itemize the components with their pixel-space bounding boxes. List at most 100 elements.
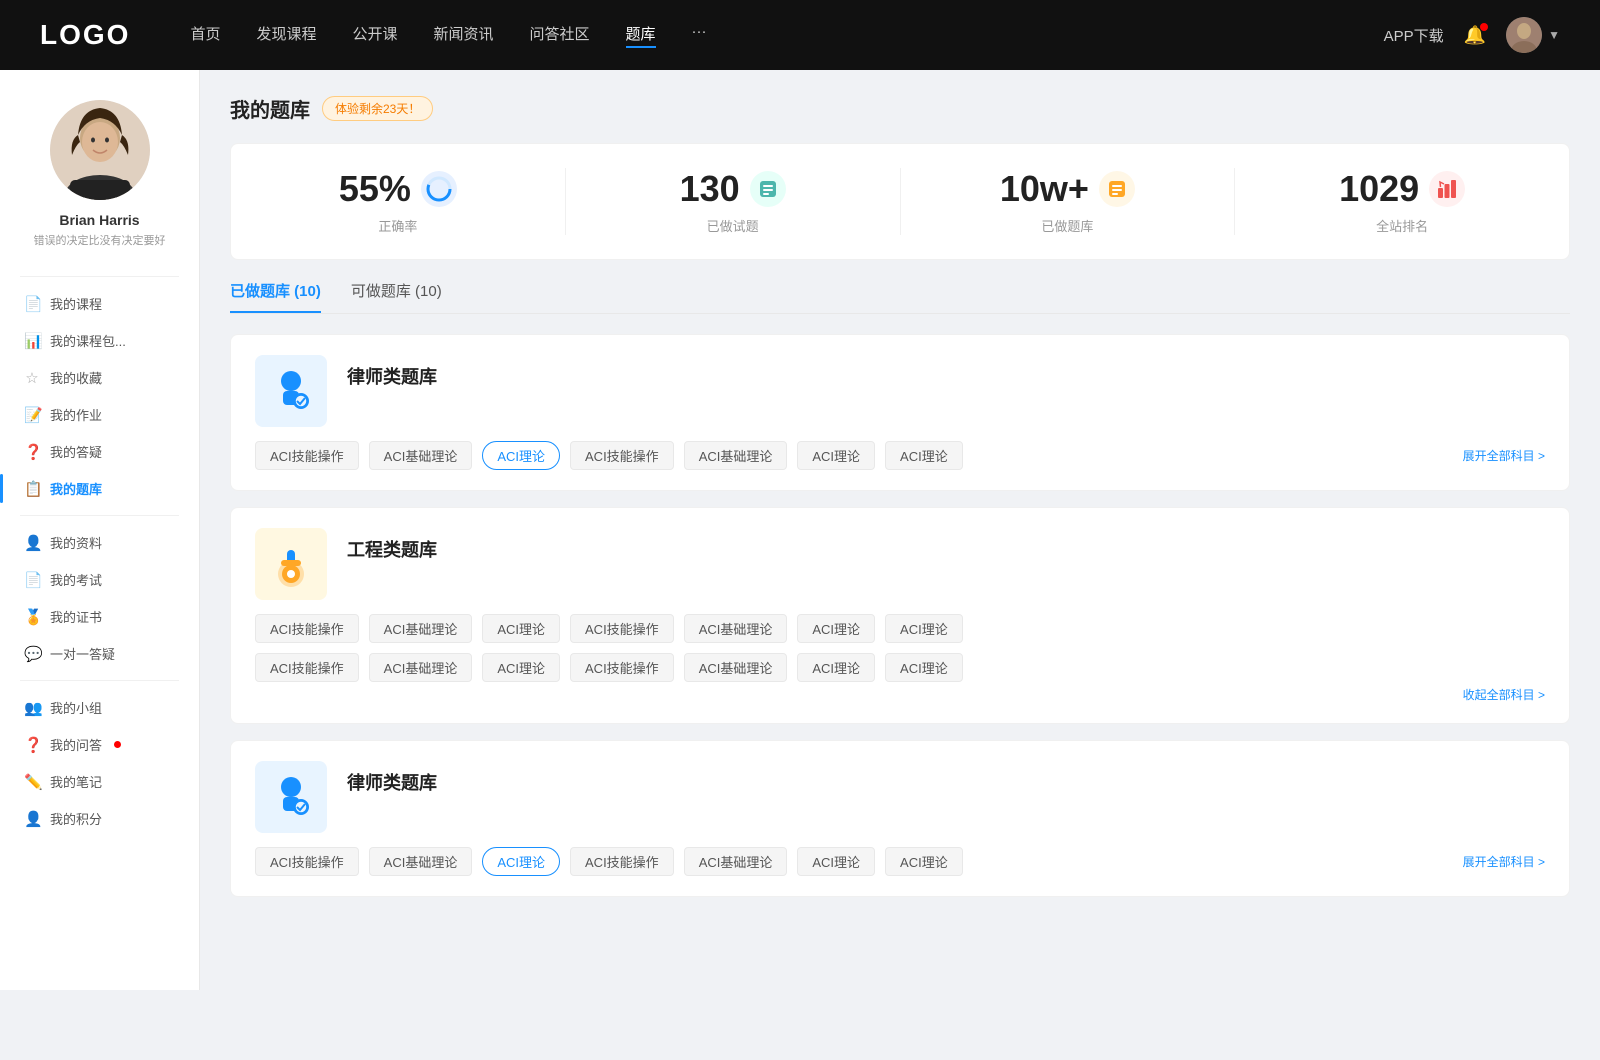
stat-accuracy: 55% 正确率 xyxy=(231,168,566,235)
chevron-down-icon: ▼ xyxy=(1548,28,1560,42)
tag-lawyer1-6[interactable]: ACI理论 xyxy=(885,441,963,470)
nav-opencourse[interactable]: 公开课 xyxy=(352,23,397,48)
profile-name: Brian Harris xyxy=(59,212,139,228)
collapse-engineer[interactable]: 收起全部科目 > xyxy=(1463,686,1545,703)
bank-card-engineer-tags-row2: ACI技能操作 ACI基础理论 ACI理论 ACI技能操作 ACI基础理论 AC… xyxy=(255,653,1545,682)
tag-eng-ex-4[interactable]: ACI基础理论 xyxy=(684,653,788,682)
nav-questionbank[interactable]: 题库 xyxy=(626,23,656,48)
tag-lawyer2-0[interactable]: ACI技能操作 xyxy=(255,847,359,876)
bank-card-lawyer-1-header: 律师类题库 xyxy=(255,355,1545,427)
notes-icon: ✏️ xyxy=(24,773,40,791)
stat-accuracy-value: 55% xyxy=(339,168,411,210)
sidebar-item-myqa[interactable]: ❓ 我的问答 xyxy=(0,726,199,763)
sidebar-item-group[interactable]: 👥 我的小组 xyxy=(0,689,199,726)
bank-card-lawyer-2-title: 律师类题库 xyxy=(347,761,1545,795)
stat-accuracy-label: 正确率 xyxy=(251,216,545,235)
nav-links: 首页 发现课程 公开课 新闻资讯 问答社区 题库 ··· xyxy=(190,23,1383,48)
tag-eng-5[interactable]: ACI理论 xyxy=(797,614,875,643)
sidebar-item-profile[interactable]: 👤 我的资料 xyxy=(0,524,199,561)
bank-card-lawyer-1-info: 律师类题库 xyxy=(347,355,1545,389)
bank-card-engineer-tags-row1: ACI技能操作 ACI基础理论 ACI理论 ACI技能操作 ACI基础理论 AC… xyxy=(255,614,1545,643)
sidebar-item-certificate[interactable]: 🏅 我的证书 xyxy=(0,598,199,635)
tag-eng-ex-6[interactable]: ACI理论 xyxy=(885,653,963,682)
sidebar-item-favorites[interactable]: ☆ 我的收藏 xyxy=(0,359,199,396)
tag-eng-2[interactable]: ACI理论 xyxy=(482,614,560,643)
points-icon: 👤 xyxy=(24,810,40,828)
tag-eng-ex-5[interactable]: ACI理论 xyxy=(797,653,875,682)
sidebar-item-questionbank[interactable]: 📋 我的题库 xyxy=(0,470,199,507)
tag-eng-ex-1[interactable]: ACI基础理论 xyxy=(369,653,473,682)
stat-done-banks-value-row: 10w+ xyxy=(921,168,1215,210)
tag-eng-3[interactable]: ACI技能操作 xyxy=(570,614,674,643)
stat-done-questions-value-row: 130 xyxy=(586,168,880,210)
nav-qa[interactable]: 问答社区 xyxy=(530,23,590,48)
lawyer-icon-2 xyxy=(255,761,327,833)
tag-lawyer2-5[interactable]: ACI理论 xyxy=(797,847,875,876)
tag-eng-0[interactable]: ACI技能操作 xyxy=(255,614,359,643)
course-icon: 📄 xyxy=(24,295,40,313)
exam-icon: 📄 xyxy=(24,571,40,589)
questionbank-icon: 📋 xyxy=(24,480,40,498)
tag-lawyer2-2[interactable]: ACI理论 xyxy=(482,847,560,876)
sidebar-item-course[interactable]: 📄 我的课程 xyxy=(0,285,199,322)
tag-eng-ex-0[interactable]: ACI技能操作 xyxy=(255,653,359,682)
tag-lawyer2-3[interactable]: ACI技能操作 xyxy=(570,847,674,876)
tag-lawyer1-3[interactable]: ACI技能操作 xyxy=(570,441,674,470)
sidebar-item-points[interactable]: 👤 我的积分 xyxy=(0,800,199,837)
tab-done-banks[interactable]: 已做题库 (10) xyxy=(230,280,321,313)
tag-lawyer1-4[interactable]: ACI基础理论 xyxy=(684,441,788,470)
page-title: 我的题库 xyxy=(230,94,310,123)
tag-eng-6[interactable]: ACI理论 xyxy=(885,614,963,643)
tag-eng-ex-3[interactable]: ACI技能操作 xyxy=(570,653,674,682)
bell-icon[interactable]: 🔔 xyxy=(1464,25,1486,46)
sidebar-item-notes[interactable]: ✏️ 我的笔记 xyxy=(0,763,199,800)
logo: LOGO xyxy=(40,19,130,51)
sidebar-item-tutoring[interactable]: 💬 一对一答疑 xyxy=(0,635,199,672)
tag-eng-1[interactable]: ACI基础理论 xyxy=(369,614,473,643)
tab-available-banks[interactable]: 可做题库 (10) xyxy=(351,280,442,313)
sidebar-item-exam[interactable]: 📄 我的考试 xyxy=(0,561,199,598)
tag-lawyer2-6[interactable]: ACI理论 xyxy=(885,847,963,876)
stat-done-banks: 10w+ 已做题库 xyxy=(901,168,1236,235)
tag-lawyer2-4[interactable]: ACI基础理论 xyxy=(684,847,788,876)
bank-card-engineer-footer: 收起全部科目 > xyxy=(255,686,1545,703)
sidebar-item-qa[interactable]: ❓ 我的答疑 xyxy=(0,433,199,470)
nav-news[interactable]: 新闻资讯 xyxy=(434,23,494,48)
navbar-right: APP下载 🔔 ▼ xyxy=(1384,17,1560,53)
page-header: 我的题库 体验剩余23天！ xyxy=(230,94,1570,123)
navbar: LOGO 首页 发现课程 公开课 新闻资讯 问答社区 题库 ··· APP下载 … xyxy=(0,0,1600,70)
nav-home[interactable]: 首页 xyxy=(190,23,220,48)
stat-rank-value: 1029 xyxy=(1339,168,1419,210)
user-avatar-menu[interactable]: ▼ xyxy=(1506,17,1560,53)
expand-lawyer1[interactable]: 展开全部科目 > xyxy=(1463,447,1545,464)
sidebar-item-homework[interactable]: 📝 我的作业 xyxy=(0,396,199,433)
nav-more[interactable]: ··· xyxy=(692,23,707,48)
tag-lawyer1-5[interactable]: ACI理论 xyxy=(797,441,875,470)
avatar xyxy=(1506,17,1542,53)
bank-card-lawyer-2-header: 律师类题库 xyxy=(255,761,1545,833)
tag-lawyer1-0[interactable]: ACI技能操作 xyxy=(255,441,359,470)
sidebar: Brian Harris 错误的决定比没有决定要好 📄 我的课程 📊 我的课程包… xyxy=(0,70,200,990)
nav-discover[interactable]: 发现课程 xyxy=(256,23,316,48)
bank-card-lawyer-2: 律师类题库 ACI技能操作 ACI基础理论 ACI理论 ACI技能操作 ACI基… xyxy=(230,740,1570,897)
bank-card-lawyer-1-tags: ACI技能操作 ACI基础理论 ACI理论 ACI技能操作 ACI基础理论 AC… xyxy=(255,441,1545,470)
expand-lawyer2[interactable]: 展开全部科目 > xyxy=(1463,853,1545,870)
myqa-icon: ❓ xyxy=(24,736,40,754)
bank-card-lawyer-1-title: 律师类题库 xyxy=(347,355,1545,389)
sidebar-item-coursepack[interactable]: 📊 我的课程包... xyxy=(0,322,199,359)
tag-lawyer2-1[interactable]: ACI基础理论 xyxy=(369,847,473,876)
myqa-notification-dot xyxy=(114,741,121,748)
tabs-row: 已做题库 (10) 可做题库 (10) xyxy=(230,280,1570,314)
tag-lawyer1-1[interactable]: ACI基础理论 xyxy=(369,441,473,470)
accuracy-icon xyxy=(421,171,457,207)
group-icon: 👥 xyxy=(24,699,40,717)
sidebar-divider-3 xyxy=(20,680,179,681)
tag-eng-4[interactable]: ACI基础理论 xyxy=(684,614,788,643)
star-icon: ☆ xyxy=(24,369,40,387)
stat-accuracy-value-row: 55% xyxy=(251,168,545,210)
tag-eng-ex-2[interactable]: ACI理论 xyxy=(482,653,560,682)
tag-lawyer1-2[interactable]: ACI理论 xyxy=(482,441,560,470)
app-download-btn[interactable]: APP下载 xyxy=(1384,25,1444,46)
lawyer-icon-1 xyxy=(255,355,327,427)
bank-card-lawyer-2-info: 律师类题库 xyxy=(347,761,1545,795)
